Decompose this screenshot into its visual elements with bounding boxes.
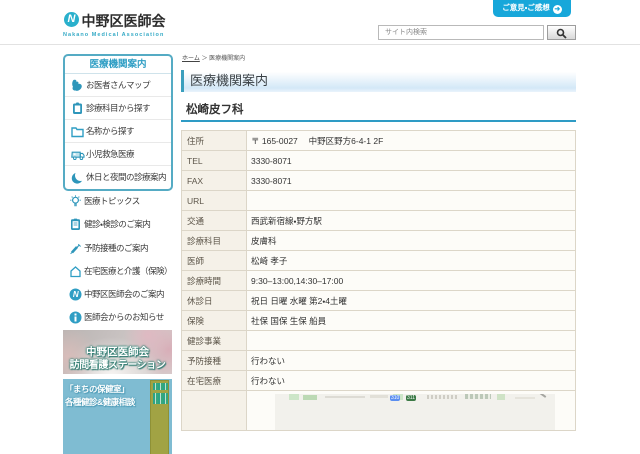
svg-text:N: N xyxy=(73,290,79,299)
